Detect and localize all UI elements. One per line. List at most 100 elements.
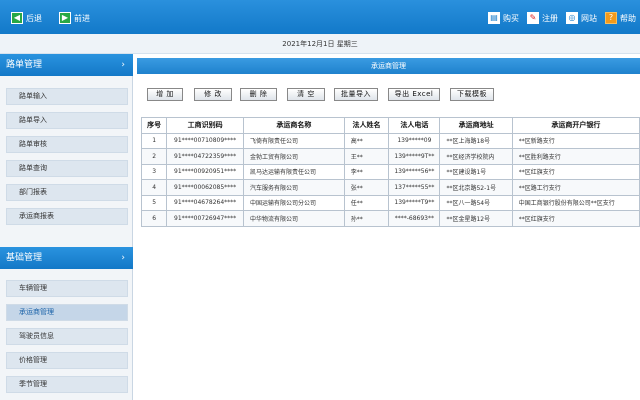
table-cell: 汽车服务有限公司	[242, 179, 345, 196]
pencil-icon: ✎	[527, 12, 539, 24]
table-cell: **区胜利路支行	[511, 148, 640, 165]
sidebar-item-prices[interactable]: 价格管理	[6, 352, 128, 369]
website-label: 网站	[581, 13, 597, 23]
table-cell: 137*****55**	[388, 179, 441, 196]
column-header[interactable]: 承运商开户银行	[511, 117, 640, 134]
sidebar-item-route-query[interactable]: 路单查询	[6, 160, 128, 177]
buy-label: 购买	[503, 13, 519, 23]
table-cell: 1	[140, 132, 168, 149]
table-cell: 91****04722359****	[166, 148, 244, 165]
table-cell: 中国运输有限公司分公司	[242, 194, 345, 211]
cart-icon: ▤	[488, 12, 500, 24]
table-cell: 91****00726947****	[166, 210, 244, 227]
sidebar-item-route-input[interactable]: 路单输入	[6, 88, 128, 105]
table-cell: 6	[140, 210, 168, 227]
table-cell: 3	[140, 163, 168, 180]
table-row[interactable]: 1 91****00710809**** 飞倚有限责任公司 高** 139***…	[140, 132, 640, 149]
column-header[interactable]: 序号	[140, 117, 168, 134]
table-cell: 张**	[343, 179, 390, 196]
table-cell: 139*****09	[388, 132, 441, 149]
table-cell: 中国工商银行股份有限公司**区支行	[511, 194, 640, 211]
table-cell: **区八一路54号	[439, 194, 513, 211]
top-toolbar: ◀ 后退 ▶ 前进 ▤ 购买 ✎ 注册 ◎ 网站 ? 帮助	[0, 0, 640, 34]
back-button[interactable]: ◀ 后退	[11, 11, 42, 25]
help-button[interactable]: ? 帮助	[605, 11, 636, 25]
sidebar-item-seasons[interactable]: 季节管理	[6, 376, 128, 393]
table-cell: 91****04678264****	[166, 194, 244, 211]
table-cell: 4	[140, 179, 168, 196]
sidebar-section-title: 路单管理	[6, 60, 43, 70]
table-cell: 王**	[343, 148, 390, 165]
column-header[interactable]: 承运商名称	[242, 117, 345, 134]
table-cell: 139*****T9**	[388, 194, 441, 211]
table-cell: **区金星路12号	[439, 210, 513, 227]
column-header[interactable]: 工商识别码	[166, 117, 244, 134]
forward-button[interactable]: ▶ 前进	[59, 11, 90, 25]
table-cell: **区经济学校院内	[439, 148, 513, 165]
sidebar-item-route-review[interactable]: 路单审核	[6, 136, 128, 153]
table-cell: **区上海路18号	[439, 132, 513, 149]
buy-button[interactable]: ▤ 购买	[488, 11, 519, 25]
export-excel-button[interactable]: 导出 Excel	[388, 88, 440, 101]
table-row[interactable]: 6 91****00726947**** 中华物流有限公司 孙** ****-6…	[140, 210, 640, 227]
carrier-table: 序号 工商识别码 承运商名称 法人姓名 法人电话 承运商地址 承运商开户银行 1…	[140, 117, 640, 227]
edit-button[interactable]: 修 改	[194, 88, 232, 101]
table-cell: 91****00710809****	[166, 132, 244, 149]
date-display: 2021年12月1日 星期三	[0, 34, 640, 54]
table-cell: **区新路支行	[511, 132, 640, 149]
page-title: 承运商管理	[137, 58, 640, 74]
table-row[interactable]: 2 91****04722359**** 金勃工贸有限公司 王** 139***…	[140, 148, 640, 165]
table-cell: 金勃工贸有限公司	[242, 148, 345, 165]
chevron-right-icon: ›	[121, 60, 125, 70]
table-header-row: 序号 工商识别码 承运商名称 法人姓名 法人电话 承运商地址 承运商开户银行	[140, 117, 640, 134]
sidebar-section-title: 基础管理	[6, 253, 43, 263]
add-button[interactable]: 增 加	[147, 88, 183, 101]
table-cell: **区红旗支行	[511, 163, 640, 180]
table-cell: 高**	[343, 132, 390, 149]
forward-label: 前进	[74, 13, 90, 23]
column-header[interactable]: 法人姓名	[343, 117, 390, 134]
register-button[interactable]: ✎ 注册	[527, 11, 558, 25]
back-label: 后退	[26, 13, 42, 23]
globe-icon: ◎	[566, 12, 578, 24]
sidebar-item-vehicles[interactable]: 车辆管理	[6, 280, 128, 297]
register-label: 注册	[542, 13, 558, 23]
table-row[interactable]: 5 91****04678264**** 中国运输有限公司分公司 任** 139…	[140, 194, 640, 211]
sidebar: 路单管理 › 路单输入 路单导入 路单审核 路单查询 部门报表 承运商报表 基础…	[0, 54, 133, 400]
back-arrow-icon: ◀	[11, 12, 23, 24]
sidebar-item-drivers[interactable]: 驾驶员信息	[6, 328, 128, 345]
table-cell: 孙**	[343, 210, 390, 227]
table-cell: 凯马达运输有限责任公司	[242, 163, 345, 180]
table-cell: **区北京路52-1号	[439, 179, 513, 196]
table-cell: 2	[140, 148, 168, 165]
column-header[interactable]: 承运商地址	[439, 117, 513, 134]
chevron-right-icon: ›	[121, 253, 125, 263]
help-label: 帮助	[620, 13, 636, 23]
sidebar-item-carriers[interactable]: 承运商管理	[6, 304, 128, 321]
clear-button[interactable]: 清 空	[287, 88, 325, 101]
table-cell: **区路工行支行	[511, 179, 640, 196]
table-cell: 李**	[343, 163, 390, 180]
sidebar-item-dept-report[interactable]: 部门报表	[6, 184, 128, 201]
batch-import-button[interactable]: 批量导入	[334, 88, 378, 101]
table-row[interactable]: 3 91****00920951**** 凯马达运输有限责任公司 李** 139…	[140, 163, 640, 180]
table-cell: ****-68693**	[388, 210, 441, 227]
column-header[interactable]: 法人电话	[388, 117, 441, 134]
table-cell: **区建设路1号	[439, 163, 513, 180]
sidebar-section-basic[interactable]: 基础管理 ›	[0, 247, 133, 269]
sidebar-section-route[interactable]: 路单管理 ›	[0, 54, 133, 76]
table-cell: 飞倚有限责任公司	[242, 132, 345, 149]
table-cell: 139*****9T**	[388, 148, 441, 165]
table-cell: 91****00920951****	[166, 163, 244, 180]
table-cell: 139*****56**	[388, 163, 441, 180]
sidebar-item-carrier-report[interactable]: 承运商报表	[6, 208, 128, 225]
table-row[interactable]: 4 91****00062085**** 汽车服务有限公司 张** 137***…	[140, 179, 640, 196]
website-button[interactable]: ◎ 网站	[566, 11, 597, 25]
table-cell: **区红旗支行	[511, 210, 640, 227]
table-cell: 5	[140, 194, 168, 211]
download-template-button[interactable]: 下载模板	[450, 88, 494, 101]
table-cell: 任**	[343, 194, 390, 211]
delete-button[interactable]: 删 除	[240, 88, 277, 101]
sidebar-item-route-import[interactable]: 路单导入	[6, 112, 128, 129]
help-icon: ?	[605, 12, 617, 24]
